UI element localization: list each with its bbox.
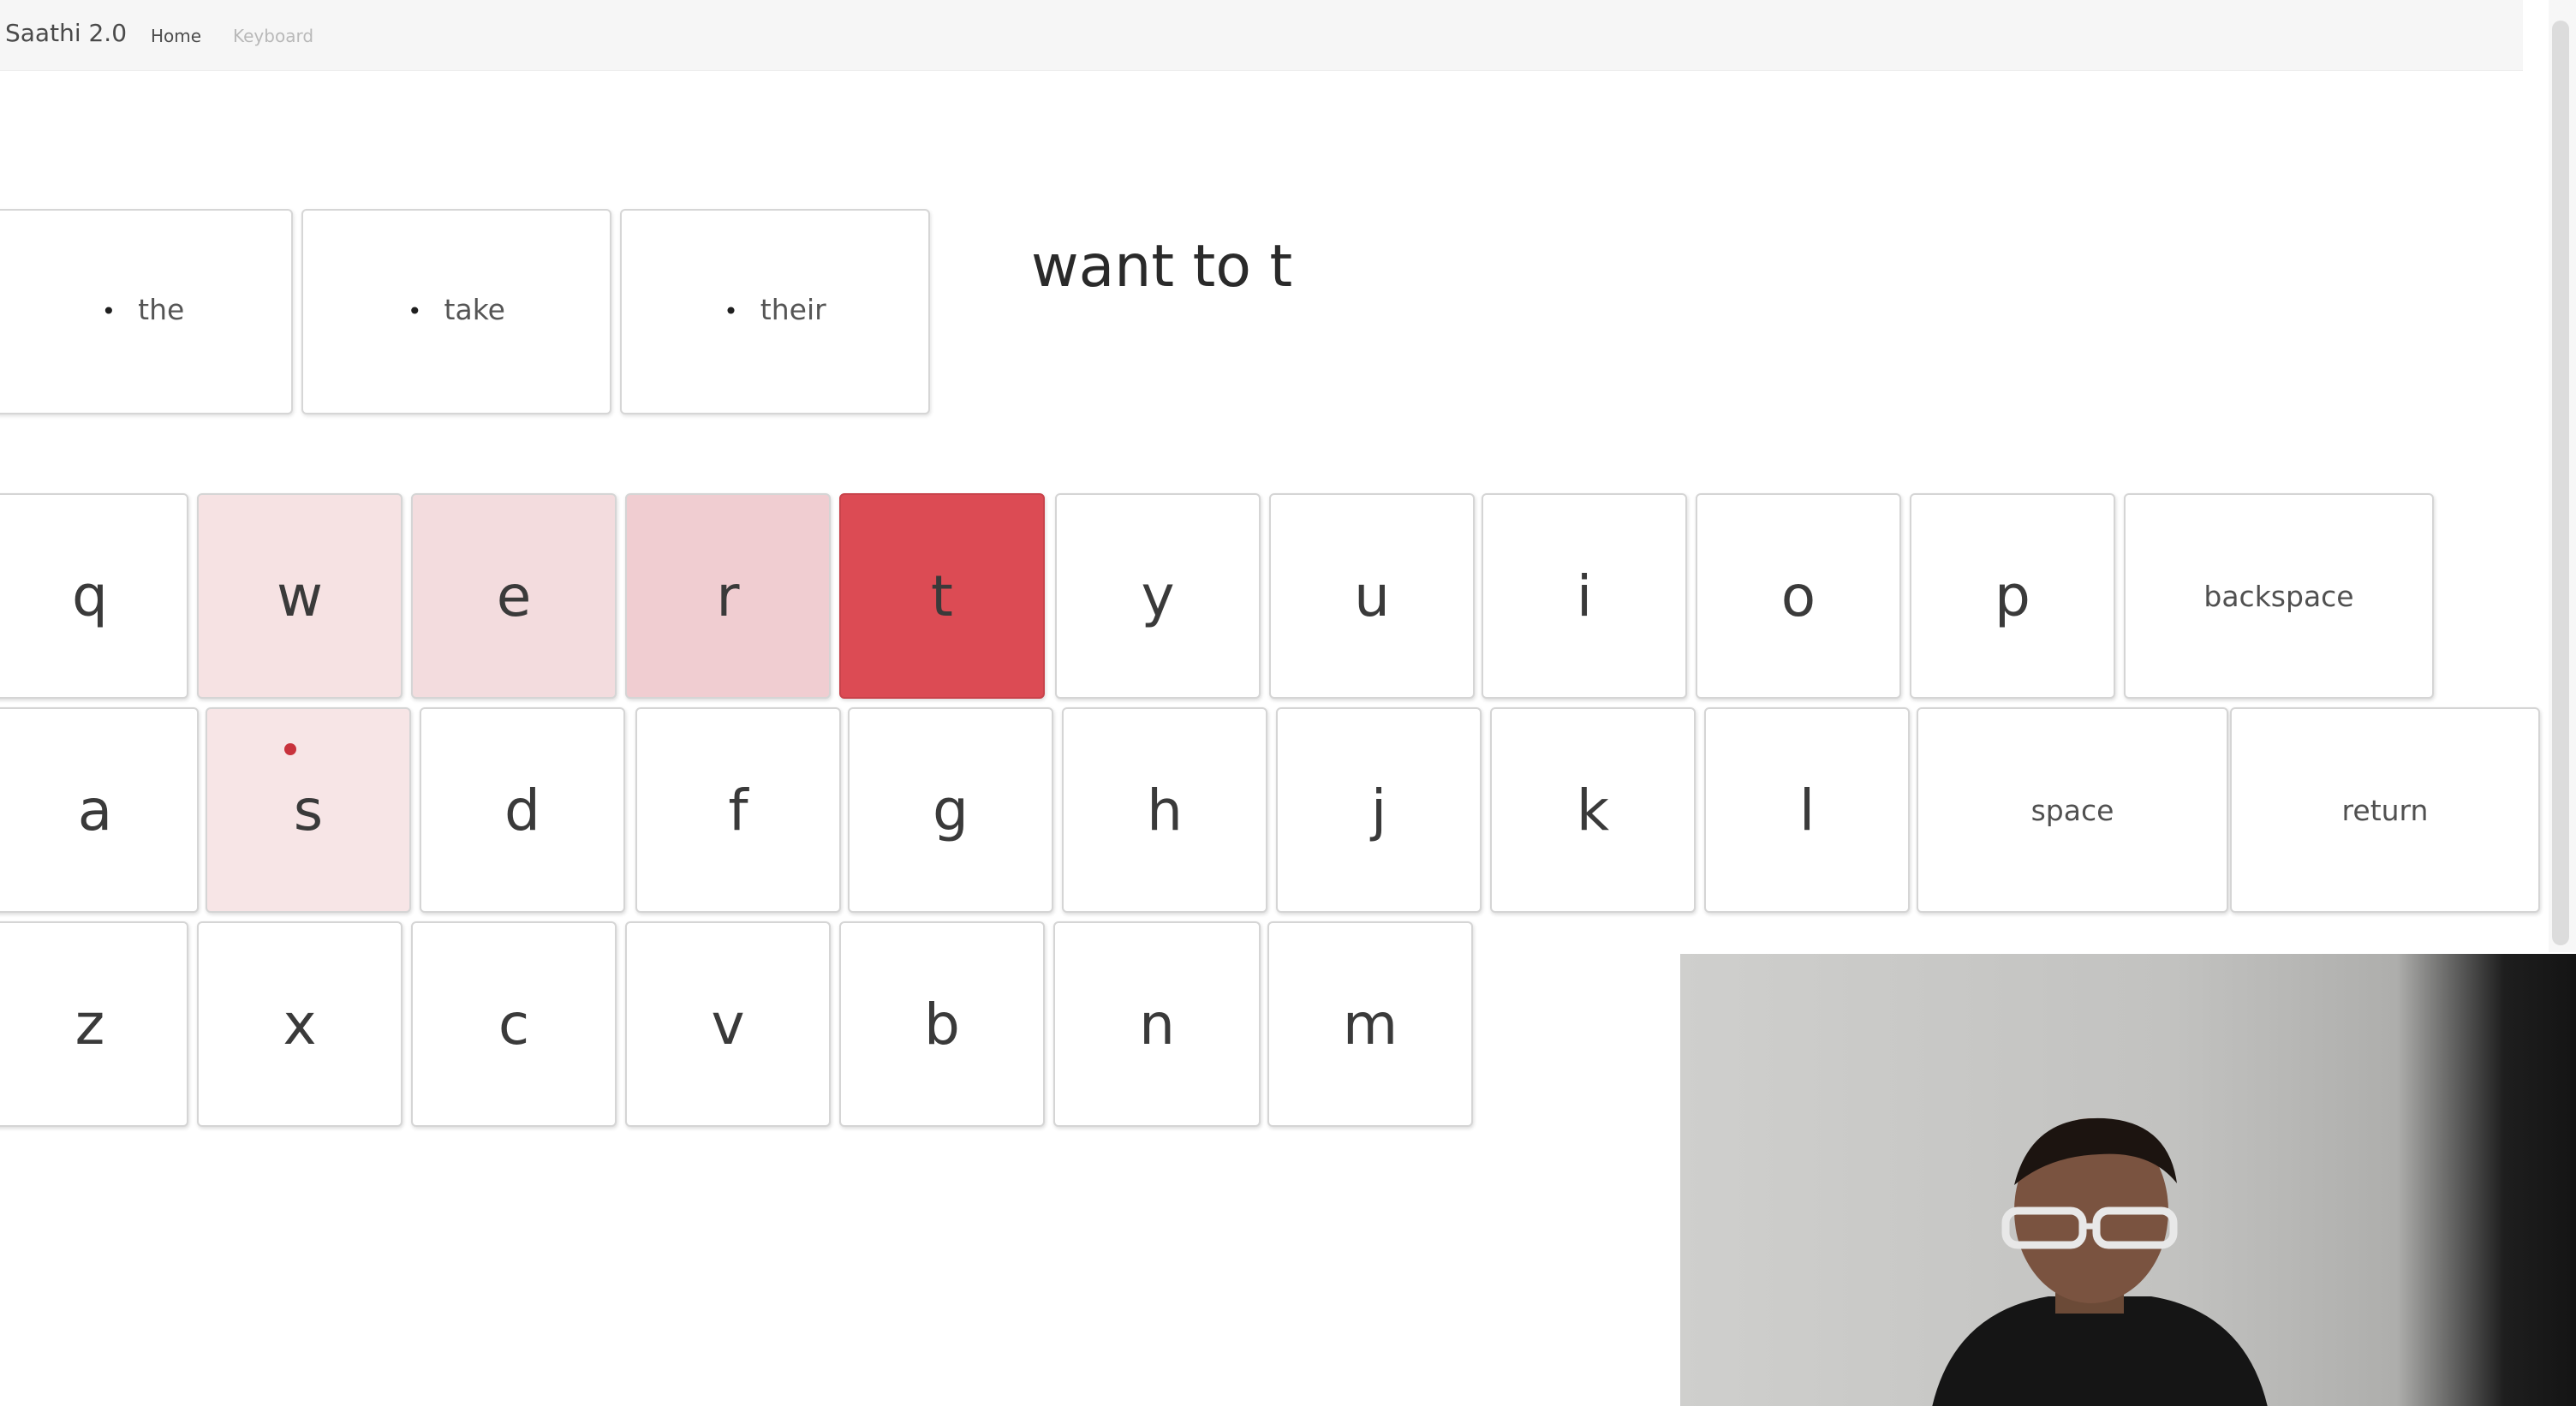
- key-h[interactable]: h: [1062, 707, 1267, 913]
- key-w[interactable]: w: [197, 493, 402, 699]
- key-i[interactable]: i: [1482, 493, 1687, 699]
- scrollbar-thumb[interactable]: [2552, 21, 2569, 945]
- key-r[interactable]: r: [625, 493, 831, 699]
- key-e[interactable]: e: [411, 493, 617, 699]
- nav-link-keyboard[interactable]: Keyboard: [233, 26, 313, 46]
- gaze-cursor-dot: [284, 743, 296, 755]
- person-silhouette: [1932, 1117, 2268, 1406]
- key-c[interactable]: c: [411, 921, 617, 1127]
- key-g[interactable]: g: [848, 707, 1053, 913]
- key-p[interactable]: p: [1910, 493, 2115, 699]
- webcam-feed: [1680, 954, 2576, 1406]
- key-b[interactable]: b: [839, 921, 1045, 1127]
- typed-text-display: want to t: [1031, 233, 1293, 301]
- suggestion-card-their[interactable]: their: [620, 209, 930, 414]
- key-y[interactable]: y: [1055, 493, 1261, 699]
- key-u[interactable]: u: [1269, 493, 1475, 699]
- key-q[interactable]: q: [0, 493, 188, 699]
- key-a[interactable]: a: [0, 707, 199, 913]
- suggestion-card-take[interactable]: take: [301, 209, 611, 414]
- suggestion-word: take: [303, 293, 610, 326]
- key-m[interactable]: m: [1267, 921, 1473, 1127]
- key-o[interactable]: o: [1696, 493, 1901, 699]
- suggestion-card-the[interactable]: the: [0, 209, 293, 414]
- key-t[interactable]: t: [839, 493, 1045, 699]
- suggestion-word: their: [622, 293, 928, 326]
- key-n[interactable]: n: [1053, 921, 1261, 1127]
- key-k[interactable]: k: [1490, 707, 1696, 913]
- key-z[interactable]: z: [0, 921, 188, 1127]
- nav-link-home[interactable]: Home: [151, 26, 201, 46]
- key-v[interactable]: v: [625, 921, 831, 1127]
- key-s[interactable]: s: [206, 707, 411, 913]
- key-d[interactable]: d: [420, 707, 625, 913]
- key-backspace[interactable]: backspace: [2124, 493, 2434, 699]
- key-space[interactable]: space: [1917, 707, 2228, 913]
- navbar: Saathi 2.0 Home Keyboard: [0, 0, 2523, 71]
- key-x[interactable]: x: [197, 921, 402, 1127]
- brand-logo[interactable]: Saathi 2.0: [5, 19, 127, 47]
- suggestion-word: the: [0, 293, 291, 326]
- key-j[interactable]: j: [1276, 707, 1482, 913]
- key-return[interactable]: return: [2230, 707, 2540, 913]
- key-f[interactable]: f: [635, 707, 841, 913]
- keyboard-page: Saathi 2.0 Home Keyboard the take their …: [0, 0, 2576, 1406]
- key-l[interactable]: l: [1704, 707, 1910, 913]
